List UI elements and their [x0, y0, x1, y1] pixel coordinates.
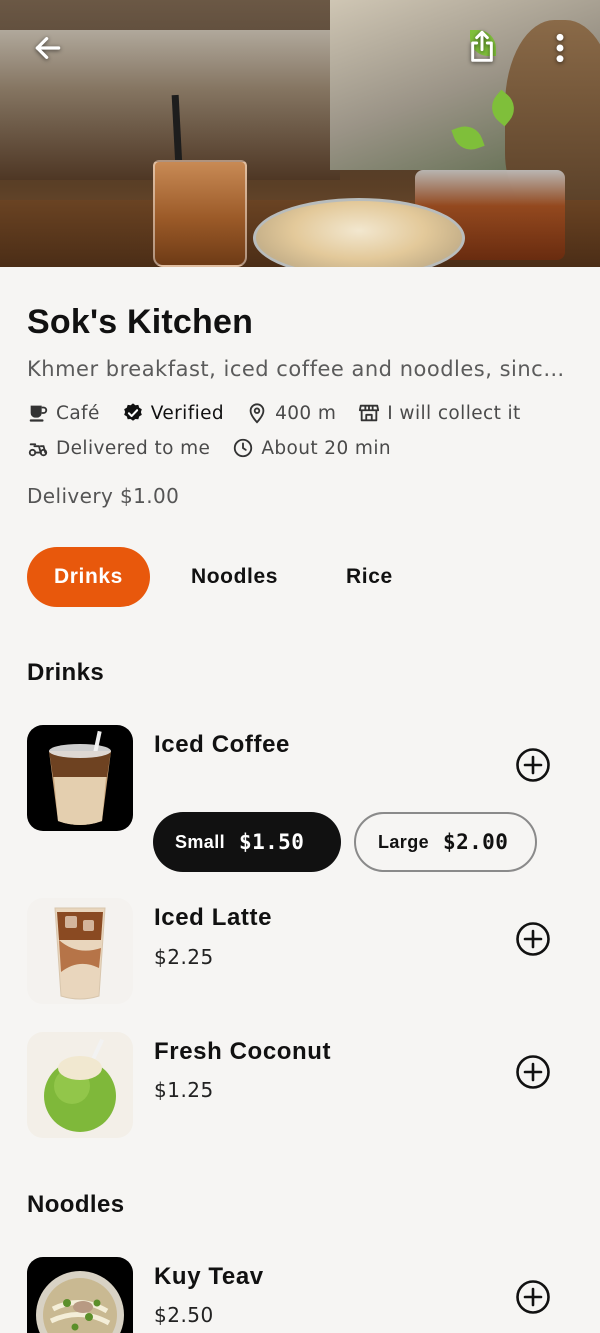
plus-circle-icon: [516, 1055, 550, 1089]
add-iced-coffee-button[interactable]: [515, 747, 551, 783]
section-title-drinks: Drinks: [27, 659, 105, 686]
store-name: Sok's Kitchen: [27, 303, 254, 341]
category-label: Café: [56, 402, 100, 424]
location-pin-icon: [249, 403, 265, 424]
add-fresh-coconut-button[interactable]: [515, 1054, 551, 1090]
back-button[interactable]: [28, 28, 68, 68]
storefront-icon: [359, 404, 380, 422]
section-title-noodles: Noodles: [27, 1191, 125, 1218]
item-image-fresh-coconut[interactable]: [27, 1032, 133, 1138]
size-price-large: $2.00: [443, 830, 509, 854]
store-hero-image: [0, 0, 600, 267]
verified-label: Verified: [150, 402, 225, 424]
pickup-label: I will collect it: [387, 402, 521, 424]
store-description: Khmer breakfast, iced coffee and noodles…: [27, 357, 577, 381]
more-vertical-icon: [556, 33, 564, 63]
scooter-icon: [28, 443, 48, 457]
item-price-kuy-teav: $2.50: [154, 1303, 214, 1327]
category-tabs: Drinks Noodles Rice: [27, 547, 420, 607]
item-price-fresh-coconut: $1.25: [154, 1078, 214, 1102]
share-icon: [471, 30, 493, 62]
size-price-small: $1.50: [239, 830, 305, 854]
item-image-iced-coffee[interactable]: [27, 725, 133, 831]
item-price-iced-latte: $2.25: [154, 945, 214, 969]
item-name-fresh-coconut: Fresh Coconut: [154, 1038, 332, 1065]
size-label-small: Small: [175, 831, 226, 852]
delivery-tag: Delivered to me: [27, 437, 210, 459]
size-option-small[interactable]: Small $1.50: [153, 812, 341, 872]
tab-drinks[interactable]: Drinks: [27, 547, 150, 607]
tab-rice[interactable]: Rice: [319, 547, 420, 607]
more-options-button[interactable]: [545, 28, 575, 68]
verified-badge-icon: [123, 403, 142, 421]
verified-tag: Verified: [122, 402, 224, 424]
item-name-kuy-teav: Kuy Teav: [154, 1263, 264, 1290]
tab-noodles[interactable]: Noodles: [164, 547, 305, 607]
item-image-kuy-teav[interactable]: [27, 1257, 133, 1333]
eta-label: About 20 min: [261, 437, 391, 459]
item-name-iced-coffee: Iced Coffee: [154, 731, 290, 758]
arrow-left-icon: [35, 37, 61, 59]
distance-label: 400 m: [275, 402, 337, 424]
add-kuy-teav-button[interactable]: [515, 1279, 551, 1315]
category-tag: Café: [27, 402, 100, 424]
store-meta-row-2: Delivered to me About 20 min: [27, 437, 413, 459]
item-image-iced-latte[interactable]: [27, 898, 133, 1004]
share-button[interactable]: [462, 26, 502, 68]
plus-circle-icon: [516, 922, 550, 956]
delivery-fee: Delivery $1.00: [27, 484, 180, 508]
plus-circle-icon: [516, 748, 550, 782]
store-meta-row-1: Café Verified 400 m I will collect it: [27, 402, 543, 424]
clock-icon: [234, 438, 253, 458]
eta-tag: About 20 min: [232, 437, 391, 459]
size-option-large[interactable]: Large $2.00: [354, 812, 537, 872]
plus-circle-icon: [516, 1280, 550, 1314]
coffee-cup-icon: [29, 405, 48, 422]
item-name-iced-latte: Iced Latte: [154, 904, 273, 931]
delivery-mode-label: Delivered to me: [56, 437, 211, 459]
size-label-large: Large: [378, 831, 430, 852]
pickup-tag: I will collect it: [358, 402, 520, 424]
distance-tag: 400 m: [246, 402, 336, 424]
add-iced-latte-button[interactable]: [515, 921, 551, 957]
